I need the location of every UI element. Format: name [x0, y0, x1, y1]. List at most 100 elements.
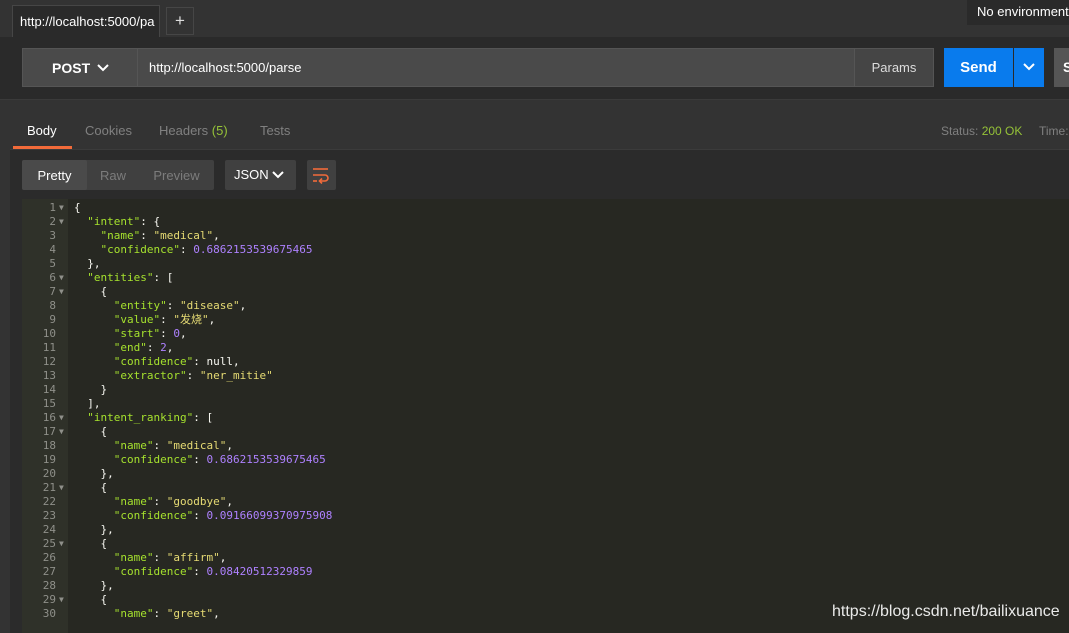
code-line: 8 "entity": "disease", [22, 299, 1069, 313]
code-text: { [74, 285, 108, 298]
code-text: "confidence": 0.6862153539675465 [100, 243, 313, 256]
code-line: 28 }, [22, 579, 1069, 593]
code-line: 20 }, [22, 467, 1069, 481]
code-text: }, [74, 257, 101, 270]
tab-headers[interactable]: Headers (5) [159, 108, 228, 149]
code-line: 7 ▼ { [22, 285, 1069, 299]
code-line: 5 }, [22, 257, 1069, 271]
code-line: 16 ▼ "intent_ranking": [ [22, 411, 1069, 425]
line-number: 28 [42, 579, 56, 592]
code-text: { [74, 481, 108, 494]
line-number: 4 [49, 243, 56, 256]
code-line: 24 }, [22, 523, 1069, 537]
fold-arrow-icon[interactable]: ▼ [59, 481, 64, 495]
code-text: "entity": "disease", [113, 299, 247, 312]
code-line: 2 ▼ "intent": { [22, 215, 1069, 229]
tab-tests-label: Tests [260, 123, 291, 138]
watermark: https://blog.csdn.net/bailixuance [832, 603, 1060, 620]
line-number: 29 [42, 593, 56, 606]
format-select[interactable]: JSON [225, 160, 296, 190]
fold-arrow-icon[interactable]: ▼ [59, 537, 64, 551]
code-text: "confidence": 0.08420512329859 [113, 565, 313, 578]
code-text: { [74, 593, 108, 606]
code-text: "end": 2, [113, 341, 174, 354]
code-line: 19 "confidence": 0.6862153539675465 [22, 453, 1069, 467]
code-text: "start": 0, [113, 327, 187, 340]
wrap-lines-icon [313, 168, 329, 184]
code-line: 11 "end": 2, [22, 341, 1069, 355]
send-button[interactable]: Send [944, 48, 1013, 87]
code-line: 15 ], [22, 397, 1069, 411]
fold-arrow-icon[interactable]: ▼ [59, 201, 64, 215]
code-line: 18 "name": "medical", [22, 439, 1069, 453]
status-readout: Status: 200 OK [941, 108, 1022, 154]
line-number: 20 [42, 467, 56, 480]
line-number: 24 [42, 523, 56, 536]
code-text: { [74, 537, 108, 550]
tab-body[interactable]: Body [13, 108, 72, 149]
code-text: "confidence": null, [113, 355, 240, 368]
code-line: 26 "name": "affirm", [22, 551, 1069, 565]
response-tabs: Body Cookies Headers (5) Tests Status: 2… [10, 108, 1069, 150]
tab-cookies-label: Cookies [85, 123, 132, 138]
code-line: 3 "name": "medical", [22, 229, 1069, 243]
code-text: "value": "发烧", [113, 313, 216, 326]
code-line: 13 "extractor": "ner_mitie" [22, 369, 1069, 383]
line-number: 17 [42, 425, 56, 438]
environment-label: No environment [977, 4, 1069, 19]
time-label: Time: [1039, 124, 1069, 138]
code-text: "name": "goodbye", [113, 495, 233, 508]
code-text: "extractor": "ner_mitie" [113, 369, 273, 382]
line-number: 27 [42, 565, 56, 578]
code-text: }, [74, 523, 114, 536]
fold-arrow-icon[interactable]: ▼ [59, 593, 64, 607]
response-body-viewer[interactable]: 1 ▼{2 ▼ "intent": {3 "name": "medical", 4 "… [22, 199, 1069, 633]
new-tab-button[interactable]: + [166, 7, 194, 35]
method-select[interactable]: POST [22, 48, 138, 87]
line-number: 10 [42, 327, 56, 340]
request-tab-title: http://localhost:5000/pa [20, 14, 155, 29]
url-input[interactable]: http://localhost:5000/parse [138, 48, 854, 87]
line-number: 7 [49, 285, 56, 298]
view-pretty-label: Pretty [37, 168, 72, 183]
save-button[interactable]: S [1054, 48, 1069, 87]
headers-count-badge: (5) [211, 123, 228, 138]
view-raw-label: Raw [99, 168, 126, 183]
code-line: 17 ▼ { [22, 425, 1069, 439]
line-number: 14 [42, 383, 56, 396]
send-options-button[interactable] [1014, 48, 1044, 87]
code-text: "entities": [ [87, 271, 174, 284]
fold-arrow-icon[interactable]: ▼ [59, 271, 64, 285]
code-line: 6 ▼ "entities": [ [22, 271, 1069, 285]
view-raw-button[interactable]: Raw [87, 160, 139, 190]
line-number: 9 [49, 313, 56, 326]
code-text: "name": "greet", [113, 607, 220, 620]
line-number: 2 [49, 215, 56, 228]
tab-tests[interactable]: Tests [260, 108, 290, 149]
code-text: }, [74, 579, 114, 592]
line-number: 8 [49, 299, 56, 312]
wrap-lines-button[interactable] [307, 160, 336, 190]
line-number: 5 [49, 257, 56, 270]
code-line: 1 ▼ { [22, 201, 1069, 215]
code-text: "confidence": 0.09166099370975908 [113, 509, 333, 522]
fold-arrow-icon[interactable]: ▼ [59, 411, 64, 425]
fold-arrow-icon[interactable]: ▼ [59, 215, 64, 229]
request-tab[interactable]: http://localhost:5000/pa [12, 5, 160, 37]
params-button[interactable]: Params [854, 48, 934, 87]
method-label: POST [52, 60, 91, 76]
chevron-down-icon [272, 171, 284, 179]
chevron-down-icon [97, 64, 109, 72]
plus-icon: + [175, 11, 185, 30]
view-pretty-button[interactable]: Pretty [22, 160, 87, 190]
code-line: 23 "confidence": 0.09166099370975908 [22, 509, 1069, 523]
fold-arrow-icon[interactable]: ▼ [59, 285, 64, 299]
view-preview-button[interactable]: Preview [139, 160, 214, 190]
line-number: 18 [42, 439, 56, 452]
format-label: JSON [234, 167, 269, 182]
environment-select[interactable]: No environment [967, 0, 1069, 25]
fold-arrow-icon[interactable]: ▼ [59, 425, 64, 439]
line-number: 13 [42, 369, 56, 382]
tab-cookies[interactable]: Cookies [85, 108, 132, 149]
code-text: } [74, 383, 108, 396]
